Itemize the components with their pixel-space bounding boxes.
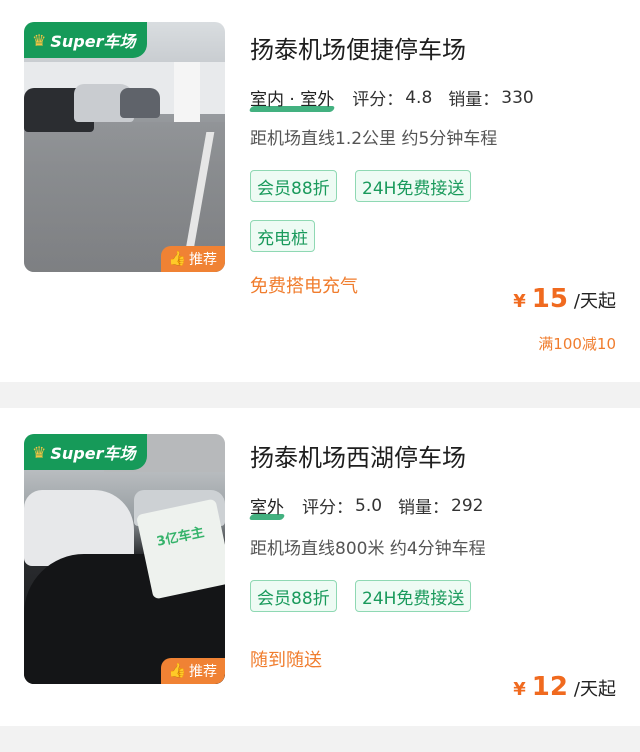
distance-text: 距机场直线800米 约4分钟车程: [250, 539, 486, 559]
parking-photo[interactable]: ♛ Super车场 👍 推荐: [24, 22, 225, 272]
currency-symbol: ¥: [513, 291, 526, 312]
parking-photo[interactable]: 3亿车主 ♛ Super车场 👍 推荐: [24, 434, 225, 684]
distance-text: 距机场直线1.2公里 约5分钟车程: [250, 129, 498, 149]
photo-car: [120, 88, 160, 118]
tag-free-shuttle: 24H免费接送: [355, 580, 472, 612]
price-value: 12: [531, 672, 568, 702]
rating-label: 评分：: [352, 90, 404, 110]
parking-meta: 室内 · 室外 评分： 4.8 销量： 330: [250, 85, 550, 111]
thumbs-up-icon: 👍: [168, 251, 186, 267]
price-unit: /天起: [573, 291, 616, 312]
super-lot-badge: ♛ Super车场: [24, 434, 148, 470]
rating-value: 4.8: [405, 87, 433, 108]
parking-type: 室内 · 室外: [250, 85, 334, 110]
currency-symbol: ¥: [513, 679, 526, 700]
price: ¥ 12 /天起: [513, 672, 616, 702]
super-lot-badge: ♛ Super车场: [24, 22, 148, 58]
recommend-badge: 👍 推荐: [160, 658, 225, 684]
photo-pillar: [174, 62, 200, 122]
tag-member-discount: 会员88折: [250, 170, 337, 202]
price-unit: /天起: [573, 679, 616, 700]
service-text: 随到随送: [250, 650, 322, 671]
coupon-discount: 满100减10: [538, 335, 616, 353]
parking-name[interactable]: 扬泰机场西湖停车场: [250, 438, 466, 473]
parking-meta: 室外 评分： 5.0 销量： 292: [250, 493, 500, 519]
service-text: 免费搭电充气: [250, 276, 358, 297]
price-value: 15: [531, 284, 568, 314]
recommend-label: 推荐: [189, 252, 217, 268]
sales-value: 330: [501, 87, 534, 108]
recommend-badge: 👍 推荐: [160, 246, 225, 272]
parking-type: 室外: [250, 493, 284, 518]
tag-charging-pile: 充电桩: [250, 220, 315, 252]
parking-card[interactable]: ♛ Super车场 👍 推荐 扬泰机场便捷停车场 室内 · 室外 评分： 4.8…: [0, 0, 640, 382]
sales-label: 销量：: [398, 498, 450, 518]
crown-icon: ♛: [32, 30, 47, 50]
badge-label: Super车场: [50, 32, 136, 51]
sales-label: 销量：: [448, 90, 500, 110]
crown-icon: ♛: [32, 442, 47, 462]
price: ¥ 15 /天起: [513, 284, 616, 314]
rating-value: 5.0: [355, 495, 383, 516]
thumbs-up-icon: 👍: [168, 663, 186, 679]
badge-label: Super车场: [50, 444, 136, 463]
sales-value: 292: [451, 495, 484, 516]
tag-free-shuttle: 24H免费接送: [355, 170, 472, 202]
rating-label: 评分：: [302, 498, 353, 518]
recommend-label: 推荐: [189, 664, 217, 680]
tag-member-discount: 会员88折: [250, 580, 337, 612]
parking-name[interactable]: 扬泰机场便捷停车场: [250, 30, 466, 65]
